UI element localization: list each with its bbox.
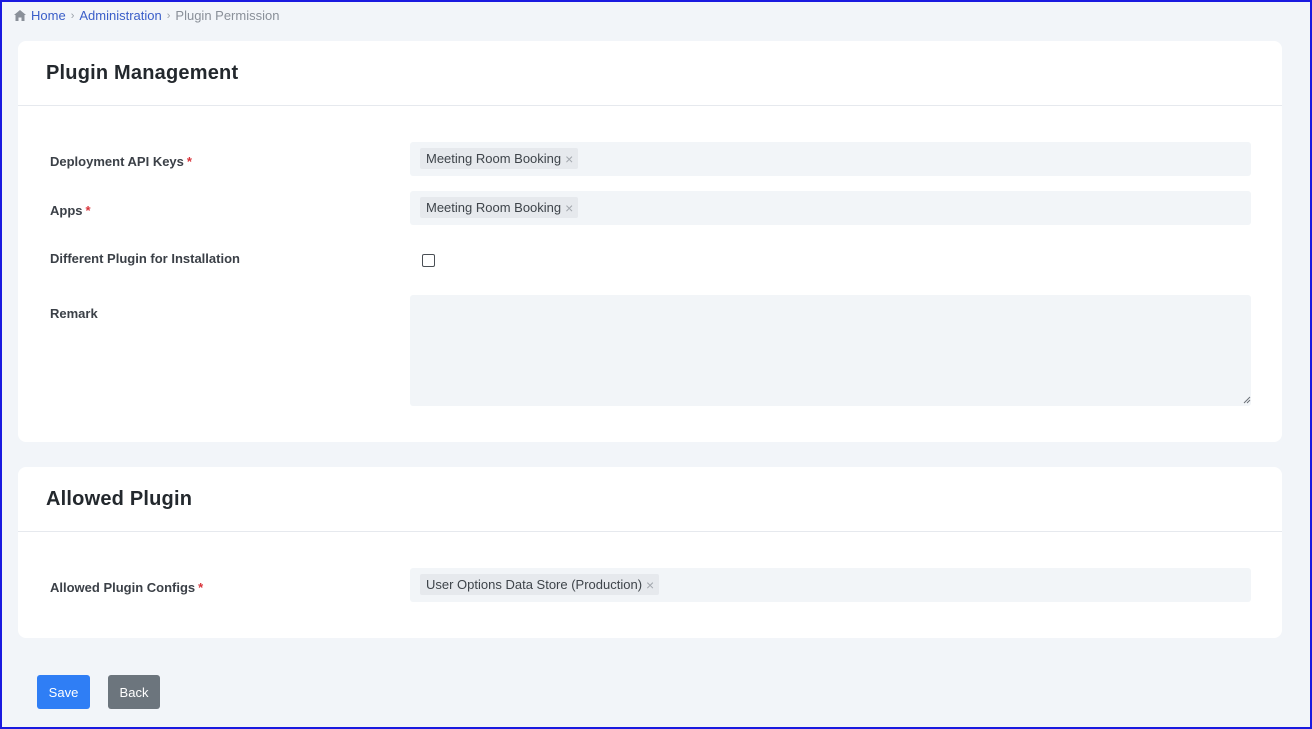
card-header: Allowed Plugin xyxy=(18,467,1282,532)
apps-label: Apps * xyxy=(50,203,91,218)
required-mark: * xyxy=(198,580,204,595)
required-mark: * xyxy=(85,203,91,218)
selected-tag: User Options Data Store (Production) × xyxy=(420,574,660,595)
breadcrumb-separator: › xyxy=(166,9,171,22)
deployment-api-keys-label: Deployment API Keys * xyxy=(50,154,192,169)
close-icon[interactable]: × xyxy=(565,152,573,166)
breadcrumb-administration-link[interactable]: Administration xyxy=(79,8,161,23)
tag-label: Meeting Room Booking xyxy=(426,200,562,215)
apps-select[interactable]: Meeting Room Booking × xyxy=(410,191,1251,225)
different-plugin-label: Different Plugin for Installation xyxy=(50,251,240,266)
selected-tag: Meeting Room Booking × xyxy=(420,197,579,218)
tag-label: User Options Data Store (Production) xyxy=(426,577,643,592)
close-icon[interactable]: × xyxy=(646,578,654,592)
selected-tag: Meeting Room Booking × xyxy=(420,148,579,169)
breadcrumb-home-link[interactable]: Home xyxy=(31,8,66,23)
plugin-management-title: Plugin Management xyxy=(46,62,239,84)
save-button[interactable]: Save xyxy=(37,675,90,709)
tag-label: Meeting Room Booking xyxy=(426,151,562,166)
required-mark: * xyxy=(186,154,192,169)
breadcrumb: Home › Administration › Plugin Permissio… xyxy=(14,8,279,23)
remark-label: Remark xyxy=(50,306,98,321)
allowed-plugin-card: Allowed Plugin Allowed Plugin Configs * U… xyxy=(18,467,1282,638)
allowed-plugin-configs-select[interactable]: User Options Data Store (Production) × xyxy=(410,568,1251,602)
breadcrumb-separator: › xyxy=(70,9,75,22)
deployment-api-keys-select[interactable]: Meeting Room Booking × xyxy=(410,142,1251,176)
allowed-plugin-title: Allowed Plugin xyxy=(46,488,193,510)
remark-textarea[interactable] xyxy=(410,295,1251,406)
close-icon[interactable]: × xyxy=(565,201,573,215)
plugin-management-card: Plugin Management Deployment API Keys * M… xyxy=(18,41,1282,442)
back-button[interactable]: Back xyxy=(108,675,160,709)
allowed-plugin-configs-label: Allowed Plugin Configs * xyxy=(50,580,204,595)
card-header: Plugin Management xyxy=(18,41,1282,106)
resize-grip-icon[interactable] xyxy=(1243,396,1251,404)
home-icon xyxy=(14,10,26,21)
breadcrumb-current: Plugin Permission xyxy=(175,8,280,23)
different-plugin-checkbox[interactable] xyxy=(422,254,435,267)
